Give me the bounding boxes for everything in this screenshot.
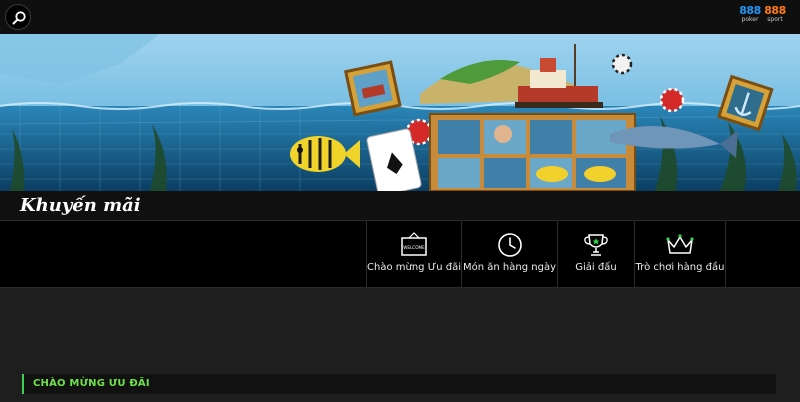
hero-illustration	[0, 34, 800, 191]
welcome-sign-icon: WELCOME	[401, 232, 427, 256]
tab-label: Chào mừng Ưu đãi	[367, 262, 462, 273]
search-button[interactable]	[5, 4, 31, 30]
page-title-bar: Khuyến mãi	[0, 191, 800, 220]
search-icon	[12, 11, 26, 25]
tab-label: Trò chơi hàng đầu	[635, 262, 725, 273]
promotions-content: CHÀO MỪNG ƯU ĐÃI	[0, 289, 800, 402]
section-header-welcome-offers: CHÀO MỪNG ƯU ĐÃI	[22, 374, 776, 394]
tab-tournaments[interactable]: Giải đấu	[557, 221, 634, 287]
welcome-sign-text: WELCOME	[403, 245, 425, 250]
clock-icon	[497, 233, 522, 257]
tab-label: Giải đấu	[575, 262, 617, 273]
promo-hero-banner	[0, 34, 800, 191]
brand-sub: sport	[767, 16, 783, 23]
tab-label: Món ăn hàng ngày	[463, 262, 556, 273]
888sport-logo[interactable]: 888 sport	[760, 5, 790, 23]
crown-icon	[666, 234, 694, 254]
trophy-icon	[584, 234, 608, 256]
brand-number: 888	[764, 4, 786, 17]
top-bar: 888 poker 888 sport	[0, 0, 800, 34]
tab-top-games[interactable]: Trò chơi hàng đầu	[634, 221, 726, 287]
promo-category-tabs: WELCOME Chào mừng Ưu đãi Món ăn hàng ngà…	[0, 220, 800, 288]
tab-daily-specials[interactable]: Món ăn hàng ngày	[461, 221, 557, 287]
page-title: Khuyến mãi	[20, 195, 141, 216]
tab-welcome-offers[interactable]: WELCOME Chào mừng Ưu đãi	[366, 221, 461, 287]
section-title: CHÀO MỪNG ƯU ĐÃI	[33, 378, 150, 389]
